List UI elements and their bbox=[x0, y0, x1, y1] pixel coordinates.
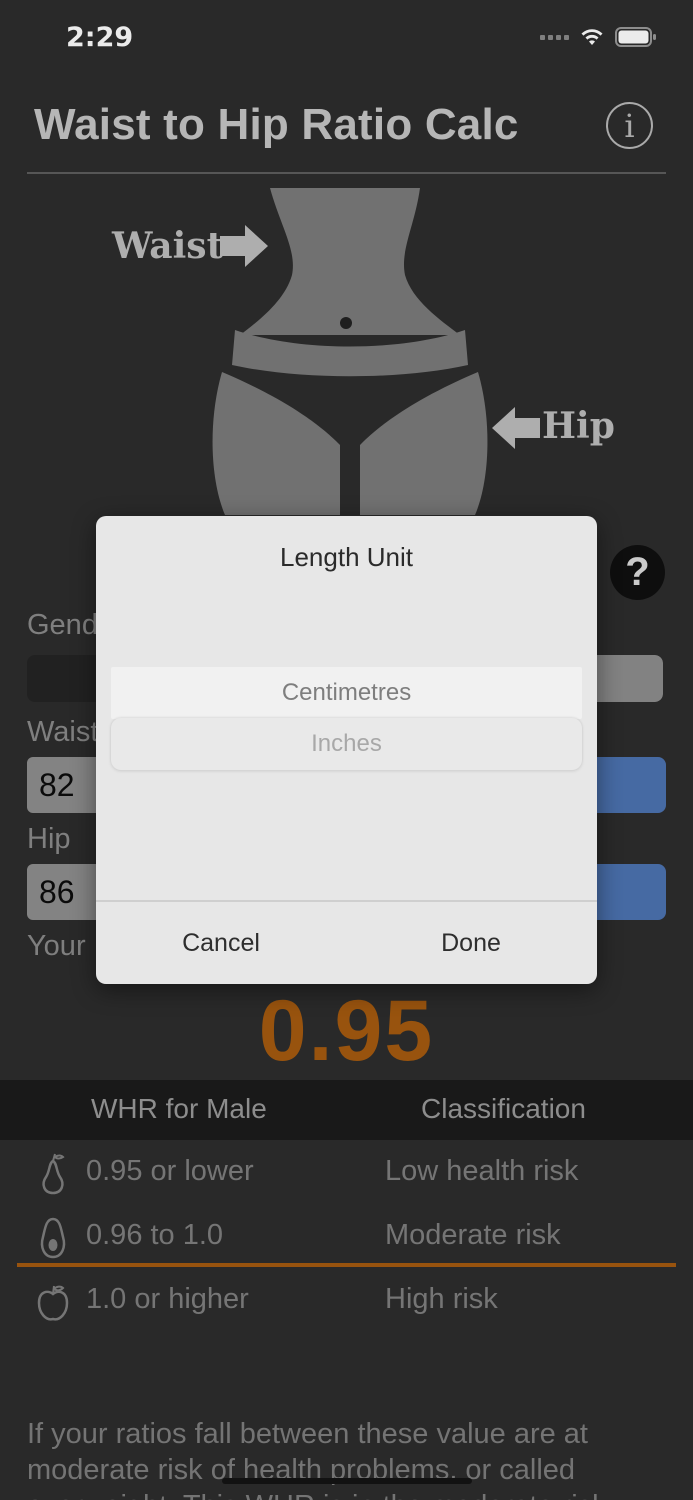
result-value: 0.95 bbox=[258, 983, 435, 1079]
home-indicator[interactable] bbox=[222, 1478, 472, 1484]
pear-icon bbox=[42, 1153, 65, 1195]
current-range-indicator bbox=[17, 1263, 676, 1267]
wifi-icon bbox=[581, 29, 603, 45]
help-icon: ? bbox=[625, 550, 650, 594]
row-classification: High risk bbox=[385, 1283, 498, 1315]
done-button[interactable]: Done bbox=[346, 902, 596, 984]
avocado-icon bbox=[40, 1217, 66, 1259]
row-classification: Low health risk bbox=[385, 1155, 579, 1187]
explanation-text: If your ratios fall between these value … bbox=[27, 1418, 607, 1500]
column-header-whr: WHR for Male bbox=[91, 1093, 267, 1124]
column-header-classification: Classification bbox=[421, 1093, 586, 1124]
row-range: 0.95 or lower bbox=[86, 1155, 254, 1187]
table-row: 0.95 or lower Low health risk bbox=[0, 1141, 693, 1203]
result-label: Your bbox=[27, 930, 86, 962]
info-icon: i bbox=[624, 106, 635, 145]
cellular-signal-icon bbox=[540, 27, 569, 47]
illustration-hip-label: Hip bbox=[542, 405, 615, 447]
status-icons bbox=[540, 27, 657, 47]
battery-icon bbox=[615, 27, 656, 47]
row-range: 0.96 to 1.0 bbox=[86, 1219, 224, 1251]
waist-hip-illustration: Waist Hip bbox=[111, 188, 615, 515]
row-range: 1.0 or higher bbox=[86, 1283, 249, 1315]
dialog-title: Length Unit bbox=[280, 542, 413, 572]
picker-option-inches[interactable]: Inches bbox=[111, 718, 582, 770]
table-row: 1.0 or higher High risk bbox=[0, 1269, 693, 1331]
help-button[interactable]: ? bbox=[610, 545, 665, 600]
page-title: Waist to Hip Ratio Calc bbox=[34, 100, 519, 149]
info-button[interactable]: i bbox=[606, 102, 653, 149]
status-time: 2:29 bbox=[66, 22, 134, 53]
picker-option-centimetres[interactable]: Centimetres bbox=[111, 667, 582, 719]
gender-label: Gend bbox=[27, 609, 98, 641]
hip-input[interactable]: 86 bbox=[27, 864, 107, 920]
title-divider bbox=[27, 172, 666, 174]
row-classification: Moderate risk bbox=[385, 1219, 561, 1251]
waist-label: Waist bbox=[27, 716, 99, 748]
table-header: WHR for Male Classification bbox=[0, 1080, 693, 1140]
length-unit-dialog: Length Unit Centimetres Inches Cancel Do… bbox=[96, 516, 597, 984]
cancel-button[interactable]: Cancel bbox=[96, 902, 346, 984]
waist-input[interactable]: 82 bbox=[27, 757, 107, 813]
status-bar: 2:29 bbox=[0, 0, 693, 80]
hip-label: Hip bbox=[27, 823, 71, 855]
apple-icon bbox=[37, 1285, 69, 1321]
illustration-waist-label: Waist bbox=[111, 225, 224, 267]
table-row: 0.96 to 1.0 Moderate risk bbox=[0, 1205, 693, 1267]
